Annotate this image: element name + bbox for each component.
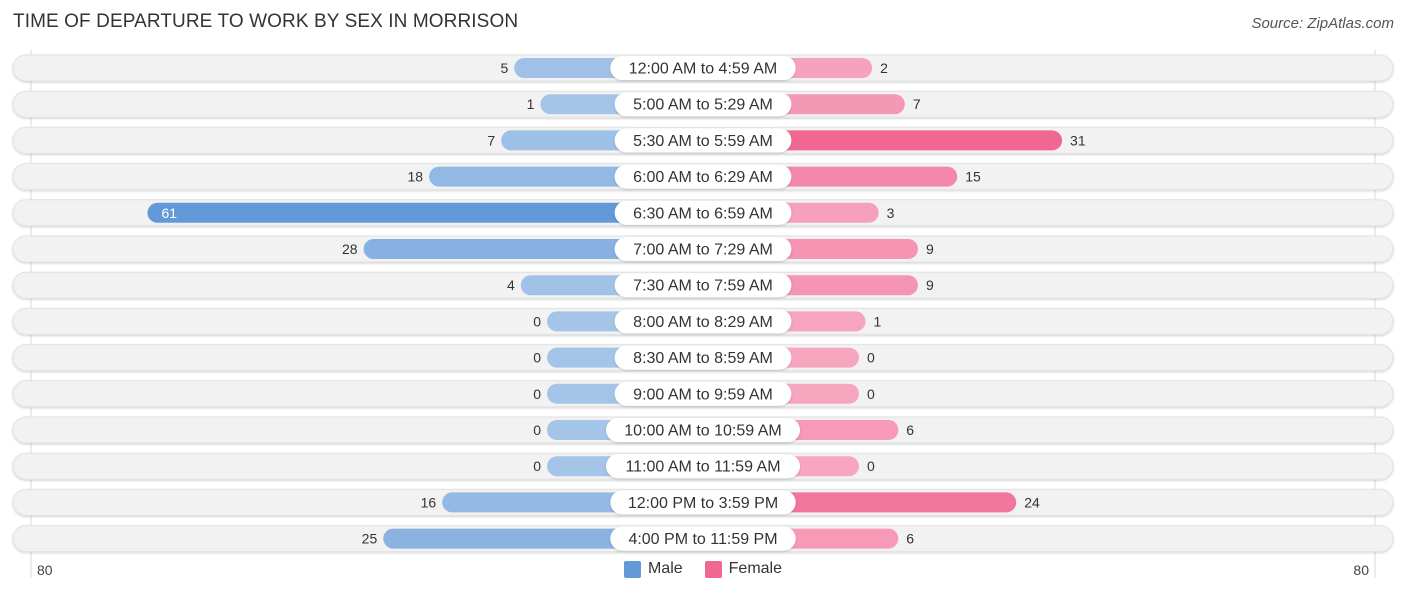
female-value-label: 6: [906, 531, 914, 547]
bar-row: 6:00 AM to 6:29 AM 18 15: [12, 163, 1394, 191]
category-label: 10:00 AM to 10:59 AM: [624, 423, 781, 440]
male-value-label: 5: [500, 60, 508, 76]
legend-label-male: Male: [647, 560, 683, 577]
female-value-label: 0: [867, 386, 875, 402]
male-value-label: 61: [161, 205, 177, 221]
category-label: 7:00 AM to 7:29 AM: [633, 242, 773, 259]
category-label: 6:00 AM to 6:29 AM: [633, 169, 773, 186]
bar-row: 9:00 AM to 9:59 AM 0 0: [12, 380, 1394, 408]
legend-item-male[interactable]: Male: [623, 560, 683, 578]
bar-row: 7:00 AM to 7:29 AM 28 9: [12, 235, 1394, 263]
category-label: 8:30 AM to 8:59 AM: [633, 350, 773, 367]
category-label: 12:00 AM to 4:59 AM: [629, 61, 778, 78]
female-value-label: 7: [913, 96, 921, 112]
female-value-label: 31: [1070, 132, 1086, 148]
legend-item-female[interactable]: Female: [704, 560, 783, 578]
female-value-label: 2: [880, 60, 888, 76]
male-value-label: 4: [507, 277, 515, 293]
female-value-label: 0: [867, 350, 875, 366]
legend: Male Female: [0, 560, 1406, 578]
bar-row: 5:00 AM to 5:29 AM 1 7: [12, 90, 1394, 118]
male-value-label: 0: [533, 313, 541, 329]
bar-row: 7:30 AM to 7:59 AM 4 9: [12, 271, 1394, 299]
male-value-label: 28: [342, 241, 358, 257]
male-value-label: 1: [527, 96, 535, 112]
female-value-label: 3: [887, 205, 895, 221]
male-value-label: 0: [533, 458, 541, 474]
category-label: 9:00 AM to 9:59 AM: [633, 386, 773, 403]
category-label: 5:00 AM to 5:29 AM: [633, 97, 773, 114]
bar-row: 6:30 AM to 6:59 AM 61 3: [12, 199, 1394, 227]
female-value-label: 1: [874, 313, 882, 329]
female-value-label: 24: [1024, 494, 1040, 510]
category-label: 7:30 AM to 7:59 AM: [633, 278, 773, 295]
female-value-label: 6: [906, 422, 914, 438]
male-value-label: 18: [408, 169, 424, 185]
category-label: 6:30 AM to 6:59 AM: [633, 205, 773, 222]
male-value-label: 7: [487, 132, 495, 148]
male-value-label: 25: [362, 531, 378, 547]
bar-row: 8:00 AM to 8:29 AM 0 1: [12, 307, 1394, 335]
category-label: 12:00 PM to 3:59 PM: [628, 495, 778, 512]
male-value-label: 16: [421, 494, 437, 510]
male-value-label: 0: [533, 386, 541, 402]
bar-row: 8:30 AM to 8:59 AM 0 0: [12, 344, 1394, 372]
female-value-label: 9: [926, 241, 934, 257]
category-label: 8:00 AM to 8:29 AM: [633, 314, 773, 331]
male-value-label: 0: [533, 350, 541, 366]
legend-label-female: Female: [728, 560, 783, 577]
bar-row: 4:00 PM to 11:59 PM 25 6: [12, 525, 1394, 553]
female-value-label: 9: [926, 277, 934, 293]
male-value-label: 0: [533, 422, 541, 438]
category-label: 5:30 AM to 5:59 AM: [633, 133, 773, 150]
category-label: 11:00 AM to 11:59 AM: [625, 459, 780, 476]
bar-row: 12:00 AM to 4:59 AM 5 2: [12, 54, 1394, 82]
bar-row: 11:00 AM to 11:59 AM 0 0: [12, 452, 1394, 480]
legend-swatch-male: [623, 560, 641, 578]
bar-row: 10:00 AM to 10:59 AM 0 6: [12, 416, 1394, 444]
diverging-bar-chart: 12:00 AM to 4:59 AM 5 2 5:00 AM to 5:29 AM 1…: [12, 50, 1394, 578]
bar-row: 5:30 AM to 5:59 AM 7 31: [12, 126, 1394, 154]
category-label: 4:00 PM to 11:59 PM: [628, 531, 777, 548]
bar-row: 12:00 PM to 3:59 PM 16 24: [12, 488, 1394, 516]
female-value-label: 15: [965, 169, 981, 185]
legend-swatch-female: [704, 560, 722, 578]
female-value-label: 0: [867, 458, 875, 474]
